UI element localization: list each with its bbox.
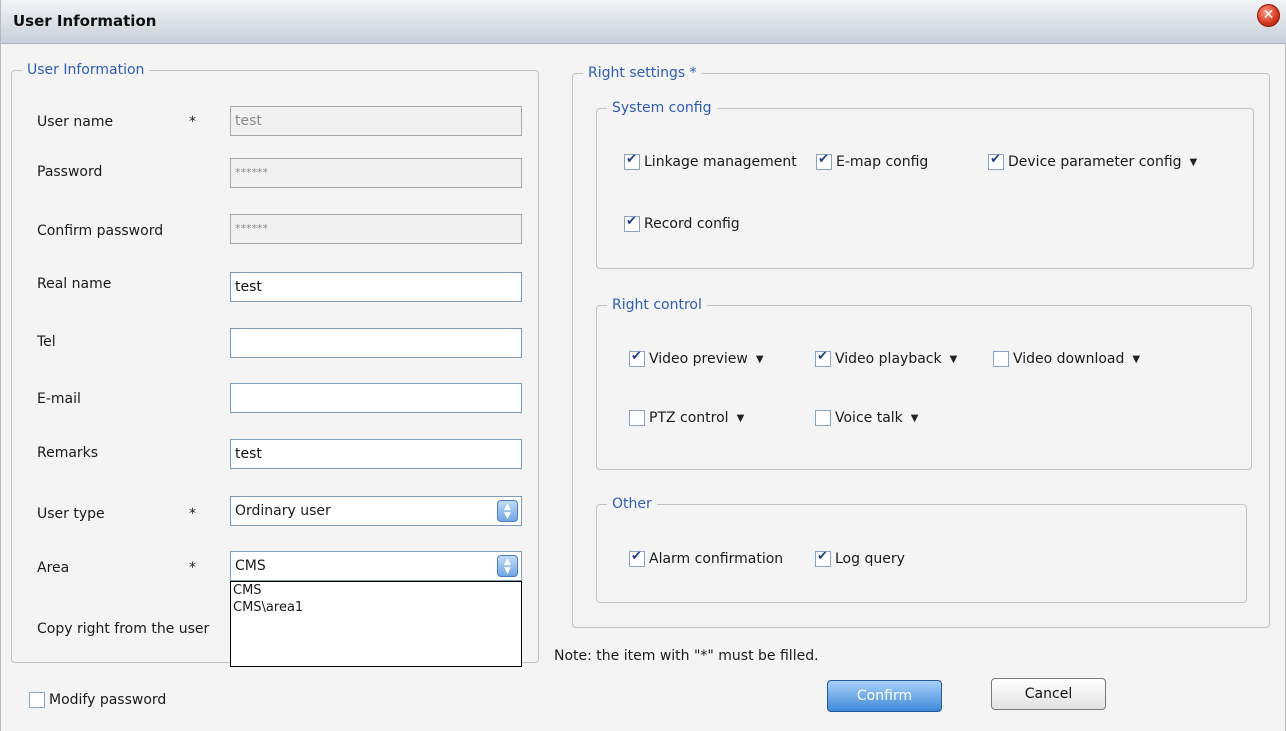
user-name-label: User name: [37, 114, 114, 130]
user-type-value: Ordinary user: [235, 503, 331, 519]
confirm-password-input[interactable]: ******: [230, 214, 522, 244]
voice-talk-label: Voice talk: [835, 410, 903, 426]
check-icon[interactable]: [624, 152, 640, 170]
user-information-legend: User Information: [27, 62, 145, 78]
checkbox-box[interactable]: [629, 410, 645, 426]
e-map-config-label: E-map config: [836, 154, 929, 170]
other-legend: Other: [612, 496, 652, 512]
real-name-input[interactable]: test: [230, 272, 522, 302]
record-config-label: Record config: [644, 216, 740, 232]
modify-password-box[interactable]: [29, 692, 45, 708]
check-icon[interactable]: [624, 214, 640, 232]
alarm-confirmation-label: Alarm confirmation: [649, 551, 784, 567]
triangle-down-icon[interactable]: ▼: [950, 354, 958, 365]
check-icon[interactable]: [816, 152, 832, 170]
video-playback-label: Video playback: [835, 351, 942, 367]
updown-spinner-icon[interactable]: ▲ ▼: [497, 555, 518, 577]
area-value: CMS: [235, 558, 266, 574]
check-icon[interactable]: [815, 349, 831, 367]
user-type-label: User type: [37, 506, 105, 522]
right-control-group: Right control: [596, 297, 1252, 470]
password-input[interactable]: ******: [230, 158, 522, 188]
log-query-label: Log query: [835, 551, 905, 567]
area-option[interactable]: CMS\area1: [231, 599, 521, 616]
video-download-label: Video download: [1013, 351, 1125, 367]
remarks-input[interactable]: test: [230, 439, 522, 469]
system-config-legend: System config: [612, 100, 712, 116]
alarm-confirmation-checkbox[interactable]: Alarm confirmation: [629, 549, 784, 567]
voice-talk-checkbox[interactable]: Voice talk ▼: [815, 410, 918, 426]
video-preview-label: Video preview: [649, 351, 748, 367]
required-note: Note: the item with "*" must be filled.: [554, 648, 819, 664]
remarks-label: Remarks: [37, 445, 99, 461]
ptz-control-checkbox[interactable]: PTZ control ▼: [629, 410, 744, 426]
right-settings-legend: Right settings *: [588, 65, 697, 81]
ptz-control-label: PTZ control: [649, 410, 729, 426]
check-icon[interactable]: [629, 349, 645, 367]
title-bar: User Information ✕: [1, 0, 1286, 44]
password-label: Password: [37, 164, 103, 180]
confirm-password-label: Confirm password: [37, 223, 164, 239]
linkage-management-checkbox[interactable]: Linkage management: [624, 152, 797, 170]
video-preview-checkbox[interactable]: Video preview ▼: [629, 349, 764, 367]
area-dropdown-list: CMS CMS\area1: [230, 581, 522, 667]
modify-password-checkbox[interactable]: Modify password: [29, 692, 166, 708]
email-input[interactable]: [230, 383, 522, 413]
area-label: Area: [37, 560, 70, 576]
tel-input[interactable]: [230, 328, 522, 358]
user-name-required-mark: *: [189, 114, 196, 130]
e-map-config-checkbox[interactable]: E-map config: [816, 152, 929, 170]
other-group: Other: [596, 496, 1247, 603]
area-required-mark: *: [189, 560, 196, 576]
cancel-button[interactable]: Cancel: [991, 678, 1106, 710]
triangle-down-icon[interactable]: ▼: [911, 413, 919, 424]
check-icon[interactable]: [815, 549, 831, 567]
confirm-button[interactable]: Confirm: [827, 680, 942, 712]
checkbox-box[interactable]: [815, 410, 831, 426]
updown-spinner-icon[interactable]: ▲ ▼: [497, 500, 518, 522]
area-select[interactable]: CMS ▲ ▼: [230, 551, 522, 581]
modify-password-label: Modify password: [49, 692, 167, 708]
triangle-down-icon[interactable]: ▼: [756, 354, 764, 365]
check-icon[interactable]: [629, 549, 645, 567]
tel-label: Tel: [37, 334, 56, 350]
check-icon[interactable]: [988, 152, 1004, 170]
dialog-title: User Information: [13, 12, 157, 30]
user-information-dialog: User Information ✕ User Information User…: [0, 0, 1286, 731]
copy-right-label: Copy right from the user: [37, 621, 210, 637]
triangle-down-icon[interactable]: ▼: [1190, 157, 1198, 168]
triangle-down-icon[interactable]: ▼: [737, 413, 745, 424]
user-type-required-mark: *: [189, 506, 196, 522]
right-control-legend: Right control: [612, 297, 702, 313]
log-query-checkbox[interactable]: Log query: [815, 549, 905, 567]
video-playback-checkbox[interactable]: Video playback ▼: [815, 349, 958, 367]
linkage-management-label: Linkage management: [644, 154, 797, 170]
user-type-select[interactable]: Ordinary user ▲ ▼: [230, 496, 522, 526]
device-parameter-config-checkbox[interactable]: Device parameter config ▼: [988, 152, 1198, 170]
video-download-checkbox[interactable]: Video download ▼: [993, 351, 1140, 367]
real-name-label: Real name: [37, 276, 112, 292]
checkbox-box[interactable]: [993, 351, 1009, 367]
triangle-down-icon[interactable]: ▼: [1132, 354, 1140, 365]
close-icon[interactable]: ✕: [1257, 4, 1280, 27]
email-label: E-mail: [37, 391, 81, 407]
device-parameter-config-label: Device parameter config: [1008, 154, 1182, 170]
record-config-checkbox[interactable]: Record config: [624, 214, 740, 232]
system-config-group: System config: [596, 100, 1254, 269]
area-option[interactable]: CMS: [231, 582, 521, 599]
user-name-input[interactable]: test: [230, 106, 522, 136]
